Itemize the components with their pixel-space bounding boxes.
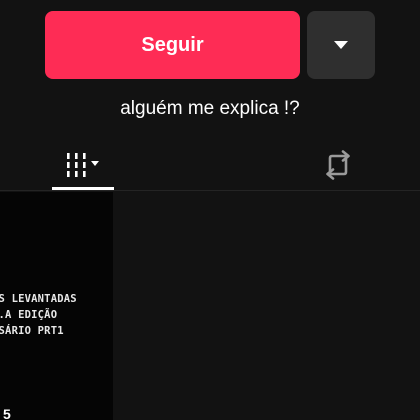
video-view-count: 5 bbox=[3, 406, 11, 420]
videos-grid-icon bbox=[67, 153, 99, 177]
tab-videos[interactable] bbox=[52, 140, 114, 190]
repost-icon bbox=[326, 150, 350, 180]
video-grid: ES LEVANTADAS D.A EDIÇÃO RSÁRIO PRT1 5 bbox=[0, 192, 420, 420]
caption-line: ES LEVANTADAS bbox=[0, 293, 77, 305]
follow-button-label: Seguir bbox=[141, 33, 204, 56]
profile-bio: alguém me explica !? bbox=[120, 98, 300, 119]
tab-reposts[interactable] bbox=[310, 140, 366, 190]
caret-down-icon bbox=[91, 161, 99, 166]
caption-line: RSÁRIO PRT1 bbox=[0, 325, 64, 337]
video-caption: ES LEVANTADAS D.A EDIÇÃO RSÁRIO PRT1 bbox=[0, 291, 113, 339]
grid-divider bbox=[113, 192, 115, 420]
video-thumbnail[interactable]: ES LEVANTADAS D.A EDIÇÃO RSÁRIO PRT1 5 bbox=[0, 192, 113, 420]
content-tabs bbox=[0, 140, 420, 192]
profile-page: Seguir alguém me explica !? ES LEVANTADA… bbox=[0, 0, 420, 420]
tabs-divider bbox=[0, 190, 420, 191]
suggested-accounts-button[interactable] bbox=[307, 11, 375, 79]
follow-button[interactable]: Seguir bbox=[45, 11, 300, 79]
caption-line: D.A EDIÇÃO bbox=[0, 309, 58, 321]
caret-down-icon bbox=[334, 41, 348, 49]
